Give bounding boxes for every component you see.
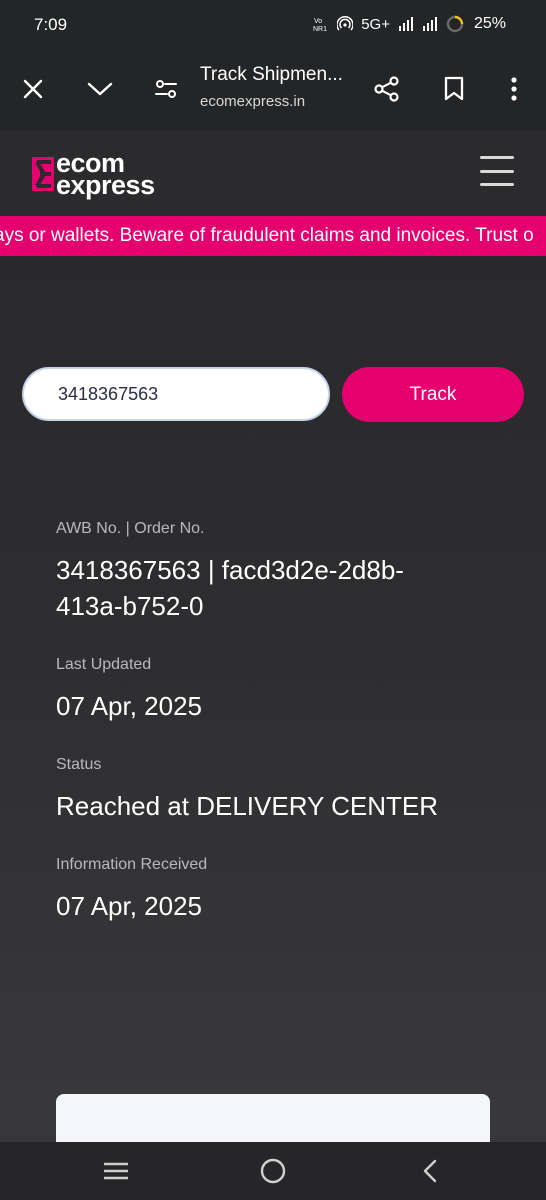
hamburger-menu-icon <box>480 156 514 159</box>
svg-text:Vo: Vo <box>314 18 322 25</box>
announcement-text: ays or wallets. Beware of fraudulent cla… <box>0 225 534 246</box>
home-icon <box>260 1158 286 1184</box>
chevron-down-icon <box>87 82 113 96</box>
page-settings-icon <box>155 80 177 98</box>
track-button[interactable]: Track <box>342 367 524 422</box>
signal-icon-sim2 <box>422 16 438 32</box>
close-icon <box>23 79 43 99</box>
logo-e-mark-icon <box>32 157 54 191</box>
signal-icon-sim1 <box>398 16 414 32</box>
field-label: Last Updated <box>56 656 152 673</box>
field-value: 3418367563 | facd3d2e-2d8b-413a-b752-0 <box>56 555 404 621</box>
field-label: AWB No. | Order No. <box>56 520 205 537</box>
recent-apps-icon <box>104 1162 128 1180</box>
share-icon <box>374 76 399 102</box>
back-icon <box>423 1159 437 1183</box>
more-options-button[interactable] <box>494 69 534 109</box>
volte-icon: Vo NR1 <box>313 15 329 33</box>
status-bar: 7:09 Vo NR1 5G+ 25% <box>0 0 546 50</box>
awb-search-input[interactable] <box>22 367 330 421</box>
battery-icon <box>446 15 464 33</box>
shipment-details: AWB No. | Order No. 3418367563 | facd3d2… <box>56 520 496 956</box>
browser-toolbar: Track Shipmen... ecomexpress.in <box>0 50 546 130</box>
hotspot-icon <box>337 16 354 32</box>
back-button[interactable] <box>414 1156 446 1186</box>
url-bar[interactable]: Track Shipmen... ecomexpress.in <box>200 64 343 110</box>
battery-percent: 25% <box>473 15 506 32</box>
bookmark-icon <box>444 76 464 101</box>
close-tab-button[interactable] <box>13 69 53 109</box>
field-value: 07 Apr, 2025 <box>56 891 203 921</box>
information-received-field: Information Received 07 Apr, 2025 <box>56 856 496 924</box>
page-title: Track Shipmen... <box>200 64 343 85</box>
network-type-label: 5G+ <box>361 15 390 33</box>
recent-apps-button[interactable] <box>100 1156 132 1186</box>
minimize-button[interactable] <box>80 69 120 109</box>
page-settings-button[interactable] <box>146 69 186 109</box>
field-label: Information Received <box>56 856 208 873</box>
svg-text:NR1: NR1 <box>313 26 327 33</box>
status-icons: Vo NR1 5G+ 25% <box>313 15 506 33</box>
bookmark-button[interactable] <box>434 69 474 109</box>
ecom-express-logo[interactable]: ecom express <box>32 150 155 200</box>
home-button[interactable] <box>257 1156 289 1186</box>
status-time: 7:09 <box>34 15 68 34</box>
announcement-banner: ays or wallets. Beware of fraudulent cla… <box>0 216 546 256</box>
page-domain: ecomexpress.in <box>200 93 306 110</box>
last-updated-field: Last Updated 07 Apr, 2025 <box>56 656 496 724</box>
screen: 7:09 Vo NR1 5G+ 25% Track Shipmen... eco… <box>0 0 546 1200</box>
menu-button[interactable] <box>480 156 514 186</box>
field-label: Status <box>56 756 102 773</box>
share-button[interactable] <box>367 69 407 109</box>
site-header: ecom express <box>0 130 546 216</box>
field-value: 07 Apr, 2025 <box>56 691 203 721</box>
logo-line-2: express <box>56 170 155 200</box>
more-vertical-icon <box>511 77 517 101</box>
system-navigation-bar <box>0 1142 546 1200</box>
awb-order-field: AWB No. | Order No. 3418367563 | facd3d2… <box>56 520 496 624</box>
status-field: Status Reached at DELIVERY CENTER <box>56 756 496 824</box>
field-value: Reached at DELIVERY CENTER <box>56 791 438 821</box>
